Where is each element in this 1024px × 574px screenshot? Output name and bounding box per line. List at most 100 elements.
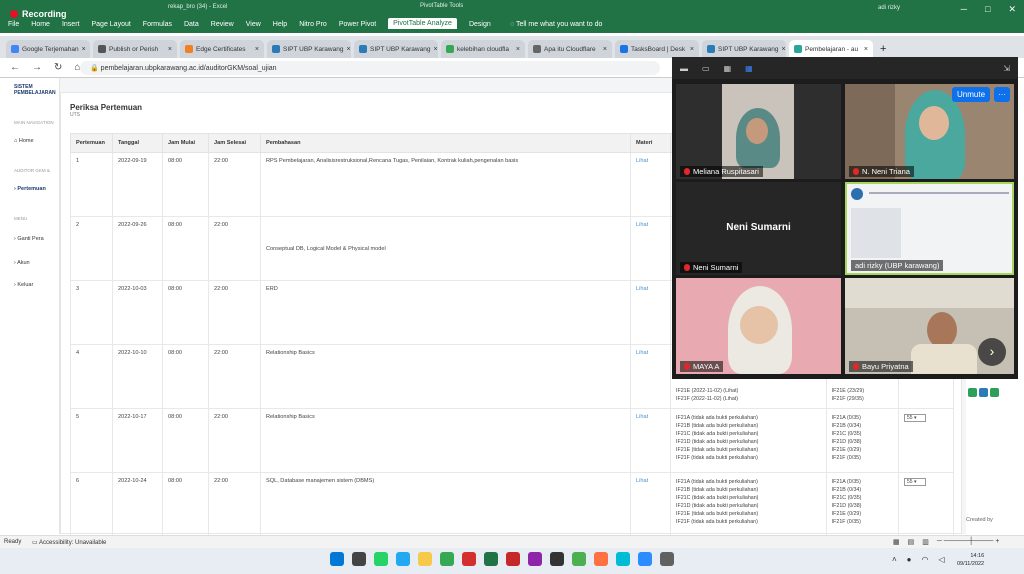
browser-tab[interactable]: SIPT UBP Karawang × <box>267 40 351 58</box>
materi-link[interactable]: Lihat <box>630 280 671 345</box>
minimize-icon[interactable]: ─ <box>961 4 967 15</box>
materi-link[interactable]: Lihat <box>630 408 671 473</box>
ribbon-power-pivot[interactable]: Power Pivot <box>339 21 376 29</box>
participant-tile[interactable]: MAYA A <box>676 278 841 374</box>
ribbon-file[interactable]: File <box>8 21 19 29</box>
close-tab-icon[interactable]: × <box>690 46 694 53</box>
forward-icon[interactable]: → <box>32 62 42 73</box>
close-tab-icon[interactable]: × <box>346 46 350 53</box>
ribbon-pivot-analyze[interactable]: PivotTable Analyze <box>388 18 457 29</box>
browser-tab[interactable]: Google Terjemahan × <box>6 40 90 58</box>
taskview-icon[interactable] <box>352 552 366 566</box>
back-icon[interactable]: ← <box>10 62 20 73</box>
nitro-icon[interactable] <box>528 552 542 566</box>
zoom-icon[interactable] <box>638 552 652 566</box>
ribbon-help[interactable]: Help <box>273 21 287 29</box>
user-name[interactable]: adi rizky <box>878 5 900 11</box>
nilai-select[interactable]: 55 ▾ <box>904 478 926 486</box>
browser-tab-active[interactable]: Pembelajaran - au × <box>789 40 873 58</box>
mic-icon[interactable]: ● <box>907 555 912 564</box>
start-icon[interactable] <box>330 552 344 566</box>
ribbon-design[interactable]: Design <box>469 21 491 29</box>
ribbon-review[interactable]: Review <box>211 21 234 29</box>
ribbon-nitro[interactable]: Nitro Pro <box>299 21 327 29</box>
zoom-slider[interactable]: ─ ─────┼──── + <box>937 538 1000 546</box>
browser-tab[interactable]: SIPT UBP Karawang × <box>354 40 438 58</box>
close-tab-icon[interactable]: × <box>255 46 259 53</box>
browser-tab[interactable]: SIPT UBP Karawang × <box>702 40 786 58</box>
minimize-icon[interactable]: ▬ <box>680 64 688 73</box>
sidebar-item-ganti[interactable]: › Ganti Pera <box>14 236 44 242</box>
app-icon[interactable] <box>462 552 476 566</box>
materi-link[interactable]: Lihat <box>630 216 671 281</box>
close-tab-icon[interactable]: × <box>864 46 868 53</box>
ribbon-formulas[interactable]: Formulas <box>143 21 172 29</box>
unmute-button[interactable]: Unmute <box>952 87 991 102</box>
close-tab-icon[interactable]: × <box>168 46 172 53</box>
kelas-link[interactable]: IF21E (2022-11-02) (Lihat) <box>676 387 821 395</box>
url-field[interactable]: 🔒 pembelajaran.ubpkarawang.ac.id/auditor… <box>80 61 660 75</box>
reload-icon[interactable]: ↻ <box>54 62 62 73</box>
gallery-view-icon[interactable]: ▦ <box>745 64 753 73</box>
browser-tab[interactable]: Apa itu Cloudflare × <box>528 40 612 58</box>
close-tab-icon[interactable]: × <box>433 46 437 53</box>
ribbon-home[interactable]: Home <box>31 21 50 29</box>
browser-tab[interactable]: Edge Certificates × <box>180 40 264 58</box>
exit-fullscreen-icon[interactable]: ⇲ <box>1003 64 1010 73</box>
participant-tile[interactable]: Meliana Ruspitasari <box>676 84 841 179</box>
app-icon[interactable] <box>616 552 630 566</box>
sidebar-item-pertemuan[interactable]: › Pertemuan <box>14 186 46 192</box>
close-tab-icon[interactable]: × <box>781 46 785 53</box>
app-icon[interactable] <box>594 552 608 566</box>
excel-icon[interactable] <box>484 552 498 566</box>
sidebar-item-home[interactable]: ⌂ Home <box>14 138 34 144</box>
sidebar-item-keluar[interactable]: › Keluar <box>14 282 33 288</box>
page-layout-icon[interactable]: ▤ <box>908 538 915 546</box>
wifi-icon[interactable]: ◠ <box>922 555 929 564</box>
file-explorer-icon[interactable] <box>418 552 432 566</box>
whatsapp-icon[interactable] <box>374 552 388 566</box>
close-icon[interactable]: ✕ <box>1008 4 1016 15</box>
close-tab-icon[interactable]: × <box>516 46 520 53</box>
ribbon-data[interactable]: Data <box>184 21 199 29</box>
app-icon[interactable] <box>660 552 674 566</box>
chrome-icon[interactable] <box>440 552 454 566</box>
kelas-link[interactable]: IF21F (2022-11-02) (Lihat) <box>676 395 821 403</box>
close-tab-icon[interactable]: × <box>82 46 86 53</box>
materi-link[interactable]: Lihat <box>630 344 671 409</box>
materi-link[interactable]: Lihat <box>630 472 671 537</box>
browser-tab[interactable]: TasksBoard | Desk × <box>615 40 699 58</box>
kelas-item: IF21D (tidak ada bukti perkuliahan) <box>676 439 759 445</box>
next-page-button[interactable]: › <box>978 338 1006 366</box>
ribbon-insert[interactable]: Insert <box>62 21 80 29</box>
page-break-icon[interactable]: ▥ <box>922 538 929 546</box>
materi-link[interactable]: Lihat <box>630 152 671 217</box>
nilai-select[interactable]: 55 ▾ <box>904 414 926 422</box>
sidebar-item-akun[interactable]: › Akun <box>14 260 30 266</box>
vscode-icon[interactable] <box>396 552 410 566</box>
pdf-icon[interactable] <box>506 552 520 566</box>
app-icon[interactable] <box>572 552 586 566</box>
taskbar-clock[interactable]: 14:16 09/11/2022 <box>957 552 984 568</box>
maximize-icon[interactable]: □ <box>985 4 990 15</box>
participant-tile[interactable]: Neni Sumarni Neni Sumarni <box>676 182 841 275</box>
grid-view-icon[interactable]: ▦ <box>724 64 732 73</box>
action-button[interactable] <box>990 388 999 397</box>
speaker-view-icon[interactable]: ▭ <box>702 64 710 73</box>
more-options-button[interactable]: ··· <box>994 87 1010 102</box>
ribbon-page-layout[interactable]: Page Layout <box>91 21 130 29</box>
ribbon-view[interactable]: View <box>246 21 261 29</box>
browser-tab[interactable]: Publish or Perish × <box>93 40 177 58</box>
action-button[interactable] <box>979 388 988 397</box>
participant-tile-active-speaker[interactable]: adi rizky (UBP karawang) <box>845 182 1014 275</box>
close-tab-icon[interactable]: × <box>603 46 607 53</box>
chevron-up-icon[interactable]: ˄ <box>892 555 897 564</box>
terminal-icon[interactable] <box>550 552 564 566</box>
browser-tab[interactable]: kelebihan cloudfla × <box>441 40 525 58</box>
normal-view-icon[interactable]: ▦ <box>893 538 900 546</box>
action-button[interactable] <box>968 388 977 397</box>
volume-icon[interactable]: ◁ <box>939 555 945 564</box>
new-tab-icon[interactable]: + <box>876 43 890 58</box>
accessibility-status[interactable]: ▭ Accessibility: Unavailable <box>32 539 106 546</box>
tell-me-search[interactable]: ◌ Tell me what you want to do <box>510 21 602 28</box>
